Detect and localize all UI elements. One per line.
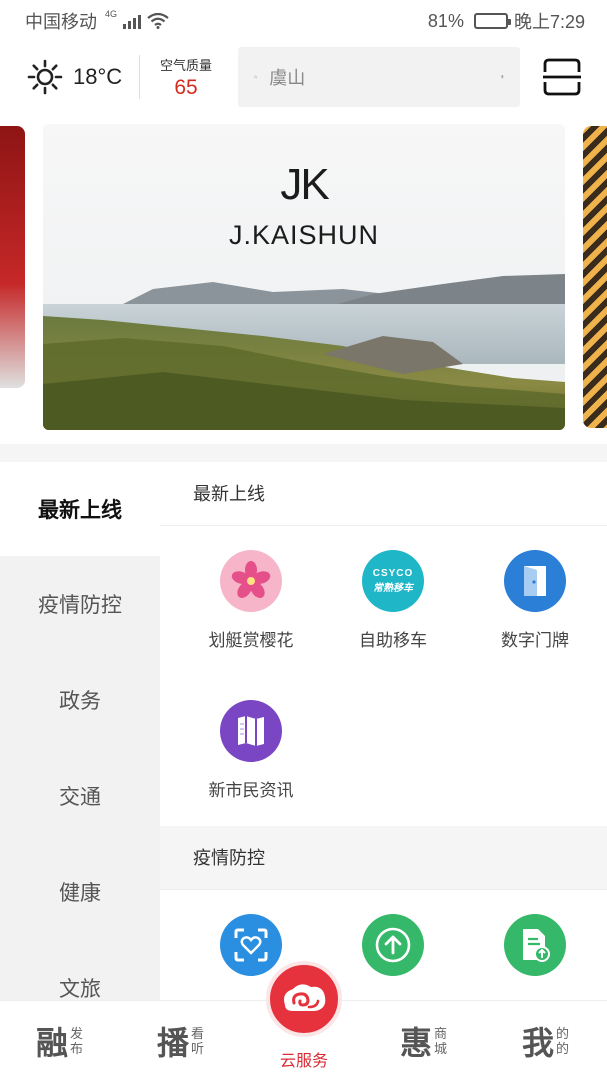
brand-name: J.KAISHUN <box>228 220 380 250</box>
status-left: 中国移动 4G <box>25 8 169 34</box>
tab-mall-label: 商 城 <box>434 1026 447 1056</box>
car-move-icon-subtext: 常熟移车 <box>373 583 413 594</box>
tab-watch-glyph: 播 <box>157 1025 190 1061</box>
document-upload-icon <box>504 914 566 976</box>
category-item-health[interactable]: 健康 <box>0 844 160 940</box>
tab-label-bottom: 的 <box>556 1041 570 1056</box>
service-label: 新市民资讯 <box>208 781 294 800</box>
service-label: 数字门牌 <box>501 631 569 650</box>
section-title-latest: 最新上线 <box>160 462 607 526</box>
search-input[interactable] <box>269 66 502 88</box>
category-item-traffic[interactable]: 交通 <box>0 748 160 844</box>
service-car-move[interactable]: CSYCO 常熟移车 自助移车 <box>322 526 464 676</box>
door-plate-icon <box>504 550 566 612</box>
cloud-service-label[interactable]: 云服务 <box>248 1047 360 1071</box>
battery-percent: 81% <box>427 10 464 31</box>
sun-icon <box>27 59 63 95</box>
tab-label-bottom: 城 <box>434 1041 448 1056</box>
service-content: 最新上线 划艇赏樱花 CSYCO 常熟移车 自助移车 数字门牌 新市民资讯 疫情… <box>160 462 607 1002</box>
banner-slide[interactable]: JK J.KAISHUN <box>43 124 565 430</box>
service-document-upload[interactable] <box>464 890 606 1002</box>
search-icon <box>254 75 258 79</box>
bottom-tab-bar: 融 发 布 播 看 听 云服务 惠 商 城 我 的 的 <box>0 961 607 1080</box>
service-grid-latest: 划艇赏樱花 CSYCO 常熟移车 自助移车 数字门牌 新市民资讯 <box>160 526 607 826</box>
banner-prev-card[interactable] <box>0 126 25 388</box>
category-menu: 最新上线 疫情防控 政务 交通 健康 文旅 <box>0 462 160 1002</box>
search-bar[interactable] <box>238 47 520 107</box>
battery-icon <box>473 13 511 29</box>
car-move-icon: CSYCO 常熟移车 <box>362 550 424 612</box>
scan-icon[interactable] <box>543 58 581 96</box>
status-right: 81% 晚上7:29 <box>428 8 585 34</box>
health-scan-icon <box>220 914 282 976</box>
carrier-label: 中国移动 <box>25 12 97 32</box>
temperature: 18°C <box>73 64 123 89</box>
cherry-blossom-icon <box>220 550 282 612</box>
category-item-epidemic[interactable]: 疫情防控 <box>0 556 160 652</box>
car-move-icon-text: CSYCO <box>372 568 414 579</box>
tab-watch-listen[interactable]: 播 看 听 <box>157 1001 204 1080</box>
weather-widget[interactable]: 18°C <box>0 59 139 95</box>
tab-mine[interactable]: 我 的 的 <box>522 1001 569 1080</box>
tab-mine-label: 的 的 <box>556 1026 569 1056</box>
category-item-government[interactable]: 政务 <box>0 652 160 748</box>
category-item-latest[interactable]: 最新上线 <box>0 462 160 556</box>
service-grid-epidemic <box>160 890 607 1002</box>
air-quality-label: 空气质量 <box>159 57 212 73</box>
tab-publish-glyph: 融 <box>36 1025 69 1061</box>
service-label: 划艇赏樱花 <box>208 631 294 650</box>
tab-label-top: 看 <box>191 1026 205 1041</box>
banner-carousel[interactable]: JK J.KAISHUN <box>0 124 607 432</box>
status-bar: 中国移动 4G 81% 晚上7:29 <box>0 0 607 42</box>
tab-publish-label: 发 布 <box>70 1026 83 1056</box>
wifi-icon <box>147 13 169 29</box>
air-quality-value: 65 <box>174 75 198 99</box>
app-header: 18°C 空气质量 65 <box>0 44 607 110</box>
tab-label-top: 发 <box>70 1026 84 1041</box>
cloud-swirl-icon <box>284 984 326 1011</box>
brand-logo: JK <box>280 160 329 209</box>
network-type: 4G <box>105 9 118 19</box>
clock: 晚上7:29 <box>513 12 585 32</box>
tab-label-bottom: 听 <box>191 1041 205 1056</box>
tab-label-bottom: 布 <box>70 1041 84 1056</box>
banner-next-card[interactable] <box>583 126 607 428</box>
tab-label-top: 的 <box>556 1026 570 1041</box>
section-separator <box>0 444 607 462</box>
service-cherry-blossom[interactable]: 划艇赏樱花 <box>180 526 322 676</box>
cloud-service-button[interactable] <box>266 961 342 1037</box>
section-title-epidemic: 疫情防控 <box>160 826 607 890</box>
service-door-plate[interactable]: 数字门牌 <box>464 526 606 676</box>
upload-arrow-icon <box>362 914 424 976</box>
tab-watch-label: 看 听 <box>191 1026 204 1056</box>
map-book-icon <box>220 700 282 762</box>
tab-label-top: 商 <box>434 1026 448 1041</box>
microphone-icon[interactable] <box>501 60 504 94</box>
service-new-citizen-info[interactable]: 新市民资讯 <box>180 676 322 826</box>
service-label: 自助移车 <box>359 631 427 650</box>
tab-publish[interactable]: 融 发 布 <box>36 1001 83 1080</box>
signal-icon <box>123 13 142 29</box>
tab-mall[interactable]: 惠 商 城 <box>400 1001 447 1080</box>
air-quality-widget[interactable]: 空气质量 65 <box>140 55 232 100</box>
tab-mine-glyph: 我 <box>522 1025 555 1061</box>
service-upload[interactable] <box>322 890 464 1002</box>
tab-mall-glyph: 惠 <box>400 1025 433 1061</box>
